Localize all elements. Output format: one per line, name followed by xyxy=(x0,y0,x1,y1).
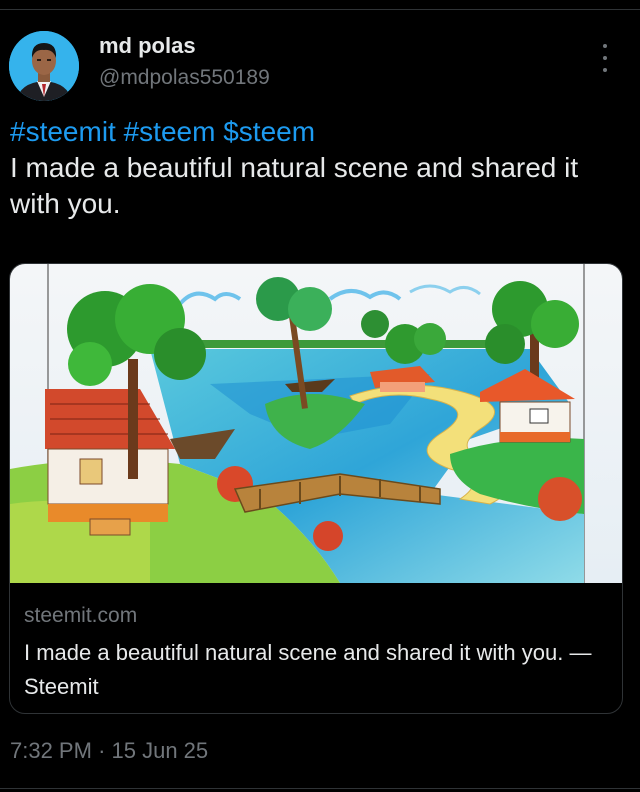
post-timestamp: 7:32 PM · 15 Jun 25 xyxy=(10,738,208,764)
user-avatar-icon xyxy=(9,31,79,101)
bottom-divider xyxy=(0,788,640,789)
author-handle[interactable]: @mdpolas550189 xyxy=(99,66,270,90)
link-card[interactable]: steemit.com I made a beautiful natural s… xyxy=(9,263,623,714)
hashtag-steemit[interactable]: #steemit xyxy=(10,116,116,147)
hashtag-line: #steemit #steem $steem xyxy=(10,114,620,150)
avatar[interactable] xyxy=(9,31,79,101)
meta-separator: · xyxy=(98,738,106,763)
hashtag-steem[interactable]: #steem xyxy=(124,116,216,147)
more-options-button[interactable] xyxy=(596,44,614,72)
more-dot-icon xyxy=(603,44,607,48)
post-text: #steemit #steem $steem I made a beautifu… xyxy=(10,114,620,222)
cashtag-steem[interactable]: $steem xyxy=(223,116,315,147)
more-dot-icon xyxy=(603,68,607,72)
top-divider xyxy=(0,9,640,10)
card-image xyxy=(10,264,622,583)
post-date[interactable]: 15 Jun 25 xyxy=(112,738,209,763)
more-dot-icon xyxy=(603,56,607,60)
author-name[interactable]: md polas xyxy=(99,33,196,59)
post-body: I made a beautiful natural scene and sha… xyxy=(10,152,579,219)
card-domain: steemit.com xyxy=(24,604,138,627)
post-time[interactable]: 7:32 PM xyxy=(10,738,92,763)
card-title: I made a beautiful natural scene and sha… xyxy=(24,640,592,699)
